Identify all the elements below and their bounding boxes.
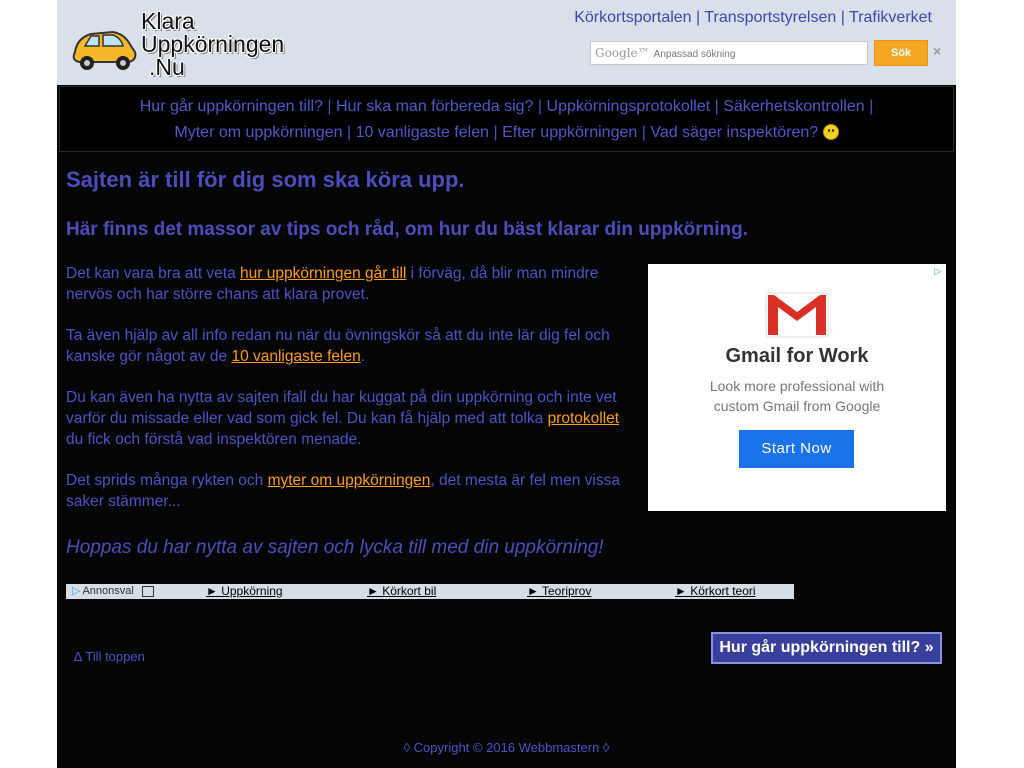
page-wrapper: Klara Uppkörningen .Nu Körkortsportalen …	[57, 0, 956, 768]
logo-line-3: .Nu	[149, 54, 185, 80]
nav-item-efter[interactable]: Efter uppkörningen	[502, 124, 637, 141]
annonsval-label: Annonsval	[82, 585, 134, 597]
nav-item-vanligaste-felen[interactable]: 10 vanligaste felen	[356, 124, 489, 141]
ad-title: Gmail for Work	[725, 345, 869, 367]
ad-desc-line-2: custom Gmail from Google	[713, 398, 881, 414]
ad-start-now-button[interactable]: Start Now	[739, 430, 854, 468]
paragraph-1: Det kan vara bra att veta hur uppkörning…	[66, 263, 631, 305]
logo-line-1: Klara	[141, 8, 195, 34]
nav-item-hur-gar[interactable]: Hur går uppkörningen till?	[140, 98, 323, 115]
ad-link-label: ► Körkort bil	[367, 584, 437, 598]
link-hur-uppkorningen-gar-till[interactable]: hur uppkörningen går till	[240, 265, 406, 282]
link-myter[interactable]: myter om uppkörningen	[268, 472, 431, 489]
p3-after: du fick och förstå vad inspektören menad…	[66, 431, 362, 448]
separator: |	[537, 98, 543, 115]
ad-link-label: ► Teoriprov	[527, 584, 592, 598]
logo-text: Klara Uppkörningen .Nu	[141, 10, 284, 79]
paragraph-2: Ta även hjälp av all info redan nu när d…	[66, 325, 631, 367]
separator: |	[327, 98, 332, 115]
google-brand: Google™	[595, 46, 650, 60]
p1-before: Det kan vara bra att veta	[66, 265, 241, 282]
p4-before: Det sprids många rykten och	[66, 472, 268, 489]
main-nav: Hur går uppkörningen till? | Hur ska man…	[59, 86, 954, 152]
ad-desc-line-1: Look more professional with	[709, 378, 885, 394]
adchoices-icon[interactable]: ▷	[932, 265, 944, 277]
footer-copyright: ◊ Copyright © 2016 Webbmastern ◊	[403, 740, 610, 755]
separator: |	[869, 98, 874, 115]
page-subtitle: Här finns det massor av tips och råd, om…	[66, 219, 749, 240]
car-logo-icon	[72, 30, 137, 70]
nav-item-protokollet[interactable]: Uppkörningsprotokollet	[547, 98, 711, 115]
p2-after: .	[360, 348, 366, 365]
ad-link-korkort-teori[interactable]: ► Körkort teori	[675, 584, 756, 599]
top-links: Körkortsportalen | Transportstyrelsen | …	[574, 9, 932, 27]
search-placeholder: Anpassad sökning	[653, 49, 736, 60]
search-button[interactable]: Sök	[874, 40, 928, 66]
ad-link-bar: ▷ Annonsval ► Uppkörning ► Körkort bil ► …	[66, 584, 794, 599]
link-10-vanligaste-felen[interactable]: 10 vanligaste felen	[231, 348, 360, 365]
nav-item-myter[interactable]: Myter om uppkörningen	[174, 124, 342, 141]
gmail-icon	[765, 292, 829, 338]
adchoices-icon: ▷	[72, 585, 81, 597]
ad-link-teoriprov[interactable]: ► Teoriprov	[527, 584, 591, 599]
separator: |	[840, 9, 845, 26]
link-transportstyrelsen[interactable]: Transportstyrelsen	[704, 9, 836, 26]
ad-link-uppkorning[interactable]: ► Uppkörning	[206, 584, 283, 599]
p3-before: Du kan även ha nytta av sajten ifall du …	[66, 389, 617, 427]
separator: |	[641, 124, 646, 141]
ad-link-label: ► Uppkörning	[206, 584, 283, 598]
nav-item-sakerhetskontrollen[interactable]: Säkerhetskontrollen	[723, 98, 864, 115]
external-link-icon	[141, 585, 154, 597]
advertisement[interactable]: ▷ Gmail for Work Look more professional …	[648, 264, 946, 511]
back-to-top-link[interactable]: ∆ Till toppen	[74, 649, 145, 664]
closing-text: Hoppas du har nytta av sajten och lycka …	[66, 537, 604, 558]
intro-text: Det kan vara bra att veta hur uppkörning…	[66, 263, 631, 532]
link-korkortsportalen[interactable]: Körkortsportalen	[574, 9, 691, 26]
logo-line-2: Uppkörningen	[141, 31, 285, 57]
link-trafikverket[interactable]: Trafikverket	[849, 9, 932, 26]
ad-description: Look more professional with custom Gmail…	[648, 376, 946, 416]
smiley-icon	[822, 123, 839, 140]
annonsval[interactable]: ▷ Annonsval	[72, 584, 154, 599]
nav-row-1: Hur går uppkörningen till? | Hur ska man…	[60, 94, 953, 120]
nav-item-forbereda[interactable]: Hur ska man förbereda sig?	[336, 98, 533, 115]
separator: |	[346, 124, 352, 141]
next-page-button[interactable]: Hur går uppkörningen till? »	[711, 632, 942, 664]
ad-link-label: ► Körkort teori	[675, 584, 756, 598]
site-logo[interactable]: Klara Uppkörningen .Nu	[69, 6, 309, 79]
separator: |	[696, 9, 701, 26]
site-header: Klara Uppkörningen .Nu Körkortsportalen …	[57, 0, 956, 85]
search-input[interactable]: Google™ Anpassad sökning	[590, 41, 868, 65]
link-protokollet[interactable]: protokollet	[548, 410, 620, 427]
ad-link-korkort-bil[interactable]: ► Körkort bil	[367, 584, 436, 599]
nav-item-inspektoren[interactable]: Vad säger inspektören?	[650, 124, 818, 141]
paragraph-4: Det sprids många rykten och myter om upp…	[66, 470, 631, 512]
nav-row-2: Myter om uppkörningen | 10 vanligaste fe…	[60, 120, 953, 146]
paragraph-3: Du kan även ha nytta av sajten ifall du …	[66, 387, 631, 450]
separator: |	[714, 98, 719, 115]
separator: |	[493, 124, 498, 141]
page-title: Sajten är till för dig som ska köra upp.	[66, 167, 465, 192]
close-icon[interactable]: ×	[933, 43, 941, 59]
